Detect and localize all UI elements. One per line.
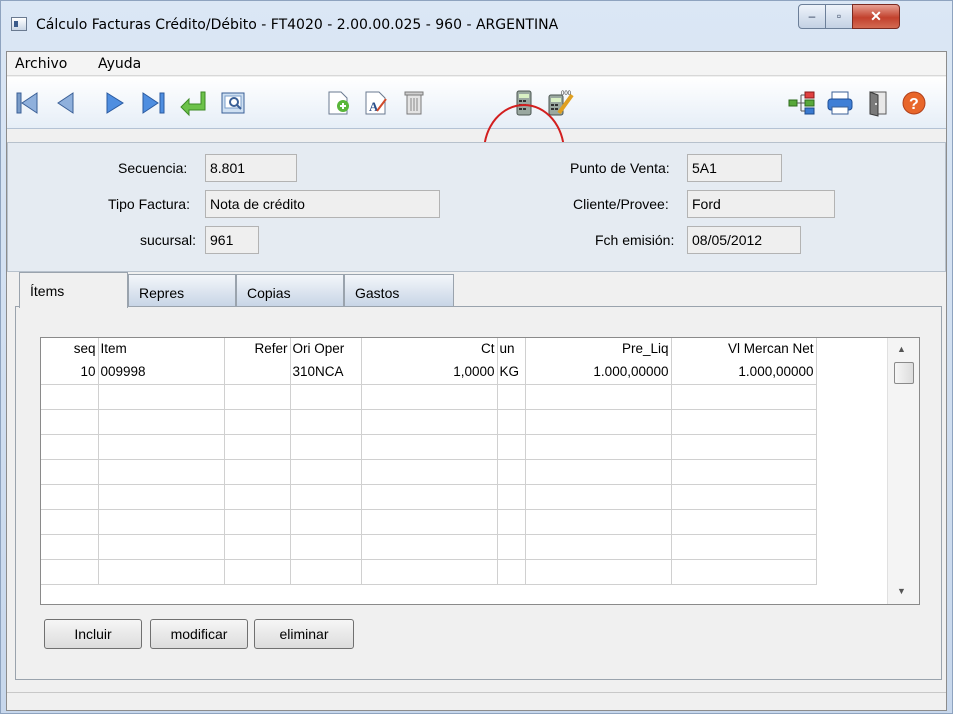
application-window: Cálculo Facturas Crédito/Débito - FT4020…	[0, 0, 953, 714]
preview-icon[interactable]	[219, 89, 249, 117]
table-row[interactable]	[41, 384, 817, 410]
table-row[interactable]	[41, 459, 817, 485]
cell-pre-liq[interactable]: 1.000,00000	[525, 359, 672, 385]
eliminar-button[interactable]: eliminar	[254, 619, 354, 649]
app-icon[interactable]	[11, 17, 27, 31]
grid-vertical-scrollbar[interactable]: ▲ ▼	[887, 338, 919, 604]
next-record-icon[interactable]	[101, 89, 131, 117]
table-row[interactable]	[41, 509, 817, 535]
table-row[interactable]	[41, 409, 817, 435]
secuencia-field[interactable]: 8.801	[205, 154, 297, 182]
prev-record-icon[interactable]	[51, 89, 81, 117]
cell-vl-mercan-net[interactable]: 1.000,00000	[671, 359, 817, 385]
incluir-button[interactable]: Incluir	[44, 619, 142, 649]
tab-copias[interactable]: Copias	[236, 274, 344, 306]
cell-un[interactable]: KG	[497, 359, 526, 385]
punto-venta-label: Punto de Venta:	[570, 160, 670, 176]
secuencia-label: Secuencia:	[118, 160, 188, 176]
print-icon[interactable]	[825, 89, 855, 117]
calculator-icon[interactable]	[509, 89, 539, 117]
fch-emision-field[interactable]: 08/05/2012	[687, 226, 801, 254]
help-icon[interactable]: ?	[899, 89, 929, 117]
column-header-ori-oper[interactable]: Ori Oper	[290, 338, 362, 359]
menu-archivo[interactable]: Archivo	[15, 56, 67, 72]
column-header-un[interactable]: un	[497, 338, 526, 359]
tab-gastos[interactable]: Gastos	[344, 274, 454, 306]
items-grid[interactable]: seq Item Refer Ori Oper Ct un Pre_Liq Vl…	[40, 337, 920, 605]
close-button[interactable]: ✕	[852, 4, 900, 29]
cliente-label: Cliente/Provee:	[573, 196, 669, 212]
minimize-button[interactable]: –	[798, 4, 826, 29]
column-header-ct[interactable]: Ct	[361, 338, 498, 359]
tab-area: Ítems Repres Copias Gastos seq Item Refe…	[7, 272, 946, 692]
status-bar	[7, 692, 946, 710]
cell-item[interactable]: 009998	[98, 359, 225, 385]
items-tab-panel: seq Item Refer Ori Oper Ct un Pre_Liq Vl…	[15, 306, 942, 680]
svg-text:A: A	[369, 99, 379, 114]
cliente-field[interactable]: Ford	[687, 190, 835, 218]
last-record-icon[interactable]	[139, 89, 169, 117]
first-record-icon[interactable]	[13, 89, 43, 117]
tipo-factura-field[interactable]: Nota de crédito	[205, 190, 440, 218]
header-panel: Secuencia: 8.801 Tipo Factura: Nota de c…	[7, 142, 946, 272]
tipo-factura-label: Tipo Factura:	[108, 196, 190, 212]
svg-text:?: ?	[909, 96, 919, 113]
table-row[interactable]	[41, 434, 817, 460]
modificar-button[interactable]: modificar	[150, 619, 248, 649]
cell-seq[interactable]: 10	[41, 359, 99, 385]
cell-ct[interactable]: 1,0000	[361, 359, 498, 385]
tree-icon[interactable]	[787, 89, 817, 117]
menu-ayuda[interactable]: Ayuda	[98, 56, 141, 72]
window-title: Cálculo Facturas Crédito/Débito - FT4020…	[36, 17, 559, 33]
toolbar: A 000 ?	[7, 77, 946, 129]
fch-emision-label: Fch emisión:	[595, 232, 675, 248]
calculate-edit-icon[interactable]: 000	[545, 89, 575, 117]
scroll-down-icon[interactable]: ▼	[897, 586, 906, 596]
client-area: Archivo Ayuda A 000 ? Secuencia: 8.801 T…	[6, 51, 947, 711]
column-header-vl-mercan-net[interactable]: Vl Mercan Net	[671, 338, 817, 359]
menu-bar: Archivo Ayuda	[7, 52, 946, 76]
table-row[interactable]: 10 009998 310NCA 1,0000 KG 1.000,00000 1…	[41, 359, 817, 385]
title-bar[interactable]: Cálculo Facturas Crédito/Débito - FT4020…	[1, 1, 952, 46]
scroll-thumb[interactable]	[894, 362, 914, 384]
column-header-pre-liq[interactable]: Pre_Liq	[525, 338, 672, 359]
sucursal-label: sucursal:	[140, 232, 197, 248]
delete-record-icon[interactable]	[399, 89, 429, 117]
scroll-up-icon[interactable]: ▲	[897, 344, 906, 354]
new-record-icon[interactable]	[323, 89, 353, 117]
svg-text:000: 000	[561, 91, 572, 97]
grid-header-row: seq Item Refer Ori Oper Ct un Pre_Liq Vl…	[41, 338, 817, 359]
edit-record-icon[interactable]: A	[361, 89, 391, 117]
table-row[interactable]	[41, 534, 817, 560]
table-row[interactable]	[41, 559, 817, 585]
table-row[interactable]	[41, 484, 817, 510]
column-header-seq[interactable]: seq	[41, 338, 99, 359]
return-icon[interactable]	[179, 89, 209, 117]
tab-items[interactable]: Ítems	[19, 272, 128, 308]
column-header-refer[interactable]: Refer	[224, 338, 291, 359]
column-header-item[interactable]: Item	[98, 338, 225, 359]
cell-ori-oper[interactable]: 310NCA	[290, 359, 362, 385]
sucursal-field[interactable]: 961	[205, 226, 259, 254]
cell-refer[interactable]	[224, 359, 291, 385]
exit-icon[interactable]	[863, 89, 893, 117]
punto-venta-field[interactable]: 5A1	[687, 154, 782, 182]
maximize-button[interactable]: ▫	[825, 4, 853, 29]
tab-repres[interactable]: Repres	[128, 274, 236, 306]
